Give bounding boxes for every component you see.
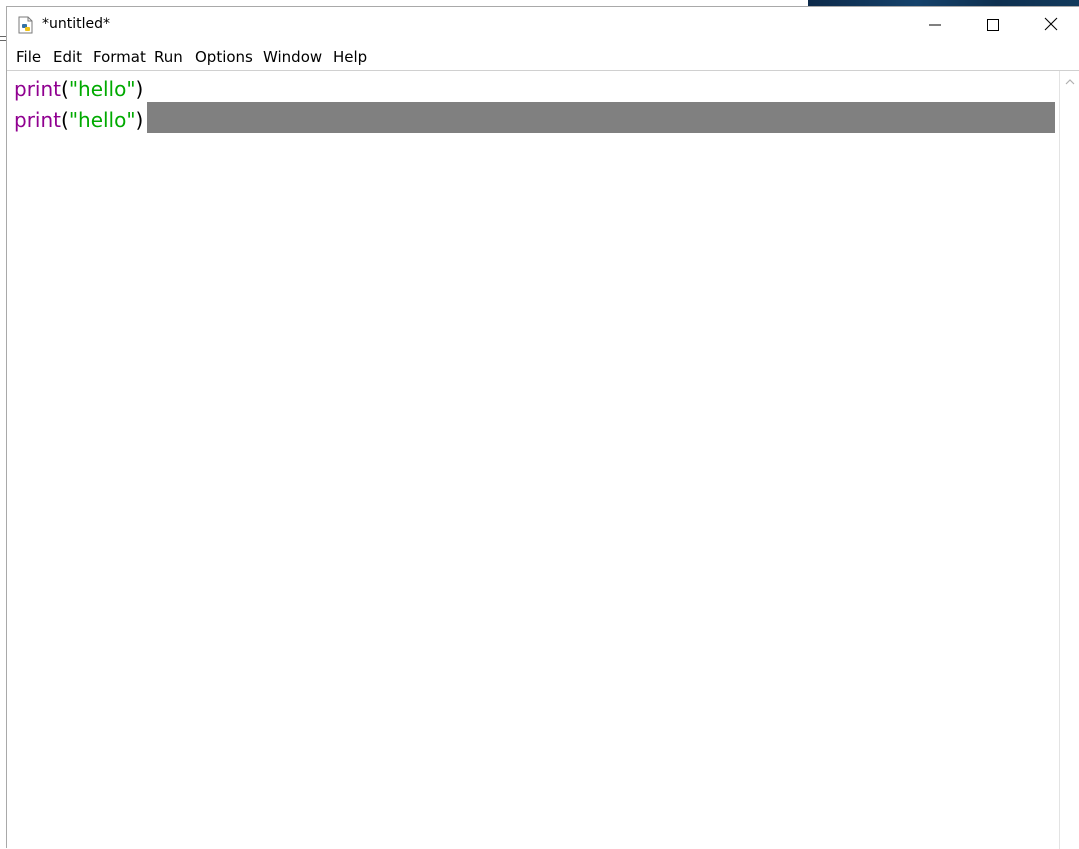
menu-options[interactable]: Options [195,48,253,66]
string-token: "hello" [68,77,136,101]
chevron-up-icon[interactable] [1063,74,1077,88]
menu-window[interactable]: Window [263,48,322,66]
code-line-1[interactable]: print("hello") [14,74,143,104]
title-bar[interactable]: *untitled* [7,7,1079,44]
python-idle-icon [18,16,34,34]
paren-token: ) [135,108,144,132]
keyword-token: print [14,108,61,132]
window-title: *untitled* [42,16,111,32]
maximize-button[interactable] [964,7,1022,44]
menu-help[interactable]: Help [333,48,367,66]
code-editor[interactable]: print("hello") print("hello") [7,71,1059,849]
maximize-icon [987,16,999,35]
menu-run[interactable]: Run [154,48,183,66]
keyword-token: print [14,77,61,101]
minimize-icon [929,16,941,35]
menu-format[interactable]: Format [93,48,146,66]
close-button[interactable] [1022,7,1079,44]
menu-file[interactable]: File [16,48,41,66]
minimize-button[interactable] [906,7,964,44]
paren-token: ( [61,77,69,101]
close-icon [1044,16,1058,35]
code-line-2[interactable]: print("hello") [14,105,143,135]
text-selection [147,102,1055,133]
vertical-scrollbar[interactable] [1059,71,1079,849]
menu-edit[interactable]: Edit [53,48,82,66]
idle-editor-window: *untitled* File Edit Format Run Options [6,6,1079,849]
string-token: "hello" [68,108,136,132]
paren-token: ( [61,108,69,132]
menu-bar: File Edit Format Run Options Window Help [7,44,1079,71]
paren-token: ) [135,77,144,101]
